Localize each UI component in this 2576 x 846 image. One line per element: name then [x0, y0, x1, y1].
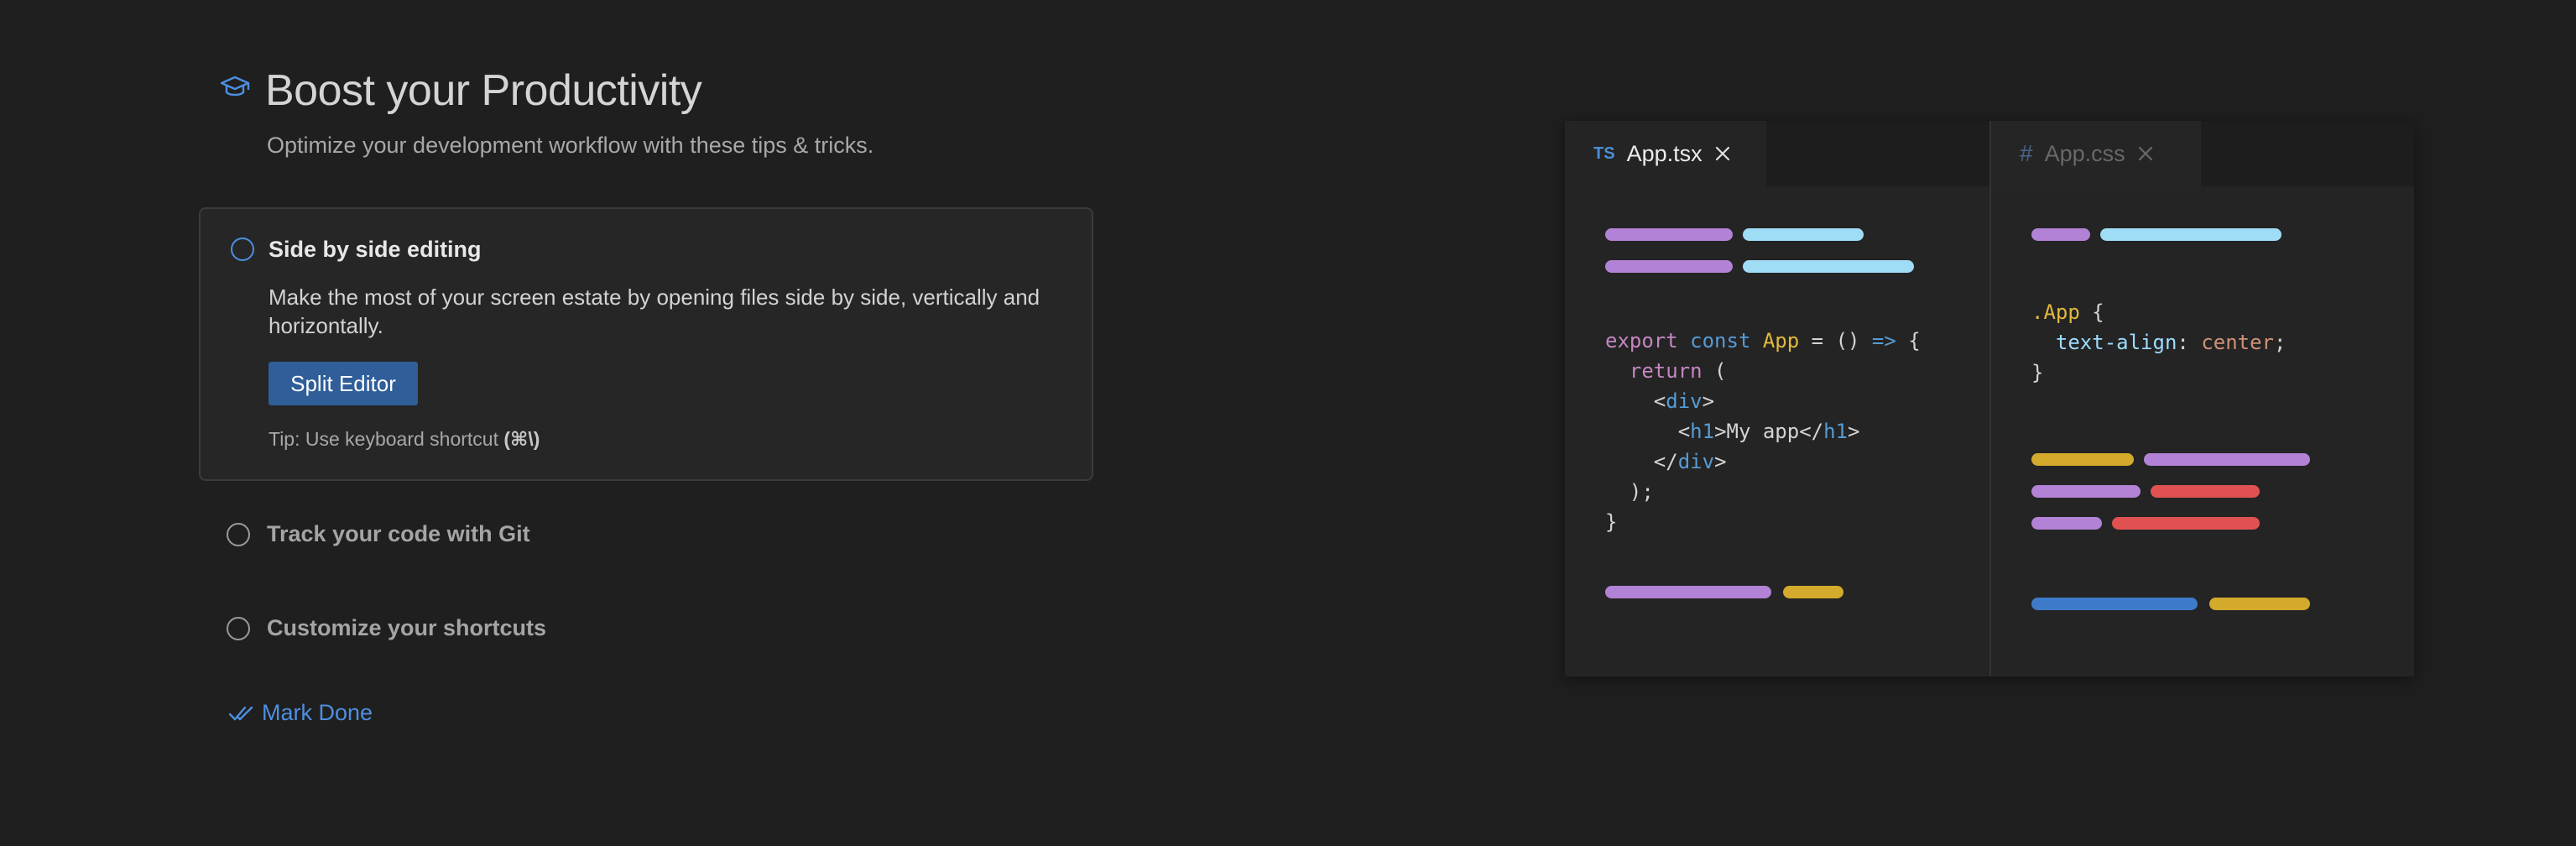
tab-bar: TS App.tsx: [1565, 121, 1989, 186]
mark-done-label[interactable]: Mark Done: [262, 700, 373, 726]
placeholder-code-bar: [2100, 228, 2281, 241]
placeholder-code-bar: [2209, 598, 2310, 610]
css-file-icon: #: [2020, 140, 2033, 166]
placeholder-code-bar: [1783, 586, 1843, 598]
tab-label: App.tsx: [1626, 140, 1703, 166]
step-radio-icon[interactable]: [231, 238, 254, 261]
tab-app-css[interactable]: # App.css: [1991, 121, 2201, 186]
step-tip: Tip: Use keyboard shortcut (⌘\): [269, 428, 540, 451]
css-code-block: .App { text-align: center; }: [2031, 300, 2287, 384]
editor-preview: TS App.tsx export const App = () => { re…: [1565, 121, 2414, 676]
placeholder-code-bar: [2031, 517, 2102, 530]
step-radio-icon[interactable]: [227, 617, 250, 640]
mortarboard-icon: [220, 76, 250, 97]
step-radio-icon[interactable]: [227, 523, 250, 546]
step-title[interactable]: Track your code with Git: [267, 521, 530, 547]
placeholder-code-bar: [2031, 453, 2134, 466]
placeholder-code-bar: [2031, 228, 2090, 241]
placeholder-code-bar: [2112, 517, 2260, 530]
tab-app-tsx[interactable]: TS App.tsx: [1565, 121, 1766, 186]
editor-pane-tsx: TS App.tsx export const App = () => { re…: [1565, 121, 1989, 676]
placeholder-code-bar: [1605, 260, 1733, 273]
placeholder-code-bar: [1605, 228, 1733, 241]
step-description: Make the most of your screen estate by o…: [269, 285, 1040, 338]
tip-shortcut: (⌘\): [503, 428, 540, 450]
placeholder-code-bar: [1605, 586, 1771, 598]
close-icon[interactable]: [2137, 145, 2154, 162]
tip-text: Tip: Use keyboard shortcut: [269, 428, 504, 450]
close-icon[interactable]: [1714, 145, 1731, 162]
tsx-code-block: export const App = () => { return ( <div…: [1605, 329, 1921, 534]
placeholder-code-bar: [2031, 485, 2141, 498]
editor-pane-css: # App.css .App { text-align: center; }: [1989, 121, 2414, 676]
page-subtitle: Optimize your development workflow with …: [267, 133, 874, 158]
split-editor-button[interactable]: Split Editor: [269, 362, 418, 405]
mark-done-link[interactable]: Mark Done: [228, 700, 373, 726]
typescript-file-icon: TS: [1593, 144, 1615, 163]
placeholder-code-bar: [2144, 453, 2310, 466]
placeholder-code-bar: [2151, 485, 2260, 498]
tab-bar: # App.css: [1991, 121, 2414, 186]
step-title[interactable]: Side by side editing: [269, 237, 482, 263]
step-title[interactable]: Customize your shortcuts: [267, 615, 546, 641]
tab-label: App.css: [2044, 140, 2125, 166]
placeholder-code-bar: [1743, 228, 1864, 241]
placeholder-code-bar: [2031, 598, 2198, 610]
step-side-by-side-editing[interactable]: Side by side editing Make the most of yo…: [199, 207, 1093, 481]
double-check-icon: [228, 706, 253, 720]
page-title: Boost your Productivity: [265, 66, 702, 115]
placeholder-code-bar: [1743, 260, 1914, 273]
